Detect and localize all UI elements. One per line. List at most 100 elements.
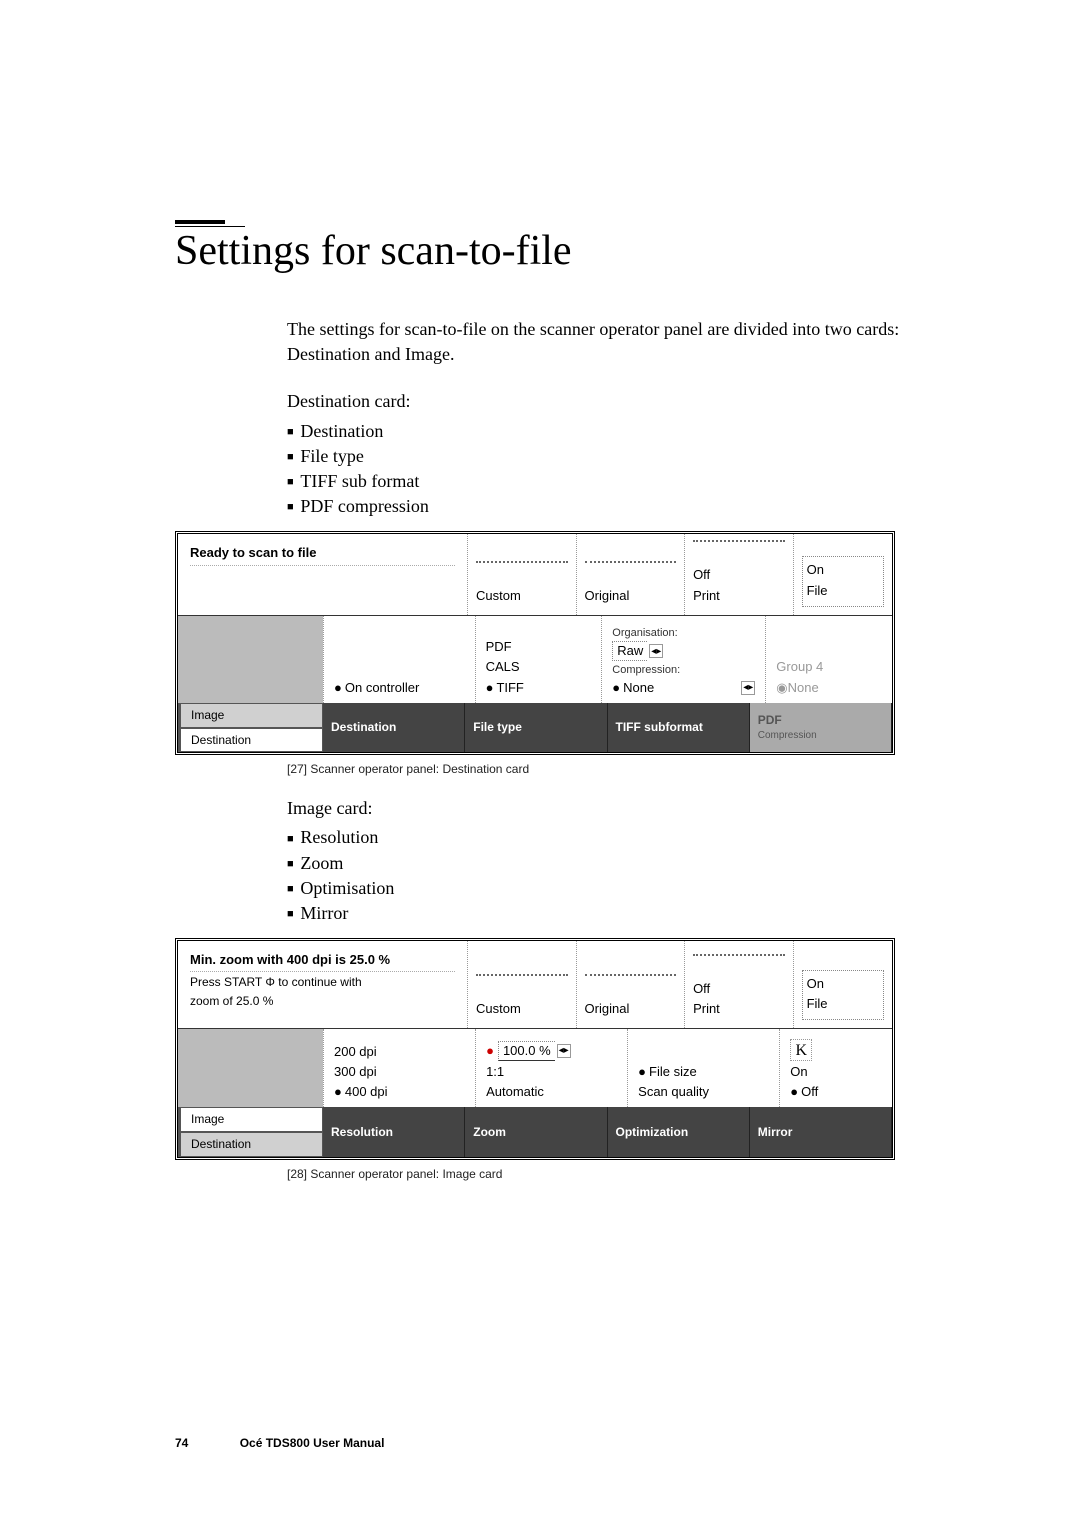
top-tab-label: File: [807, 995, 879, 1013]
panel-status-line1: Min. zoom with 400 dpi is 25.0 %: [190, 951, 455, 972]
bottom-tab-pdf-compression[interactable]: PDF Compression: [750, 703, 892, 753]
bullet-icon: ●: [486, 679, 494, 697]
optimization-scanquality[interactable]: Scan quality: [638, 1083, 769, 1101]
optimization-filesize[interactable]: File size: [649, 1063, 697, 1081]
panel-shade: [178, 1029, 323, 1107]
top-tab-label: Custom: [476, 1000, 568, 1018]
top-tab-label: On: [807, 975, 879, 993]
pdf-group4-option: Group 4: [776, 658, 882, 676]
zoom-percent-value[interactable]: 100.0 %: [498, 1041, 555, 1061]
zoom-automatic-option[interactable]: Automatic: [486, 1083, 617, 1101]
mirror-on-option[interactable]: On: [790, 1063, 882, 1081]
bottom-tab-destination[interactable]: Destination: [323, 703, 465, 753]
destination-card-heading: Destination card:: [287, 389, 905, 414]
pdf-compression-column: Group 4 ◉None: [765, 616, 892, 703]
bottom-tab-tiff-subformat[interactable]: TIFF subformat: [608, 703, 750, 753]
filetype-option[interactable]: PDF: [486, 638, 592, 656]
mirror-preview-icon: K: [790, 1039, 812, 1061]
page-number: 74: [175, 1436, 188, 1450]
list-item: Mirror: [287, 901, 905, 926]
top-tab-original[interactable]: Original: [577, 941, 686, 1028]
list-item: Zoom: [287, 851, 905, 876]
top-tab-label: On: [807, 561, 879, 579]
zoom-oneone-option[interactable]: 1:1: [486, 1063, 617, 1081]
bottom-tab-resolution[interactable]: Resolution: [323, 1107, 465, 1157]
top-tab-label: File: [807, 582, 879, 600]
top-tab-original[interactable]: Original: [577, 534, 686, 614]
sidetab-destination[interactable]: Destination: [178, 1132, 323, 1157]
page-footer: 74 Océ TDS800 User Manual: [175, 1436, 384, 1450]
stepper-icon[interactable]: ◂▸: [649, 644, 663, 658]
sidetab-image[interactable]: Image: [178, 1107, 323, 1132]
resolution-option[interactable]: 300 dpi: [334, 1063, 465, 1081]
stepper-icon[interactable]: ◂▸: [557, 1044, 571, 1058]
pdf-none-option: None: [788, 679, 819, 697]
image-card-heading: Image card:: [287, 796, 905, 821]
stepper-icon[interactable]: ◂▸: [741, 681, 755, 695]
top-tab-label: Original: [585, 587, 677, 605]
top-tab-label: Print: [693, 587, 785, 605]
top-tab-off-print[interactable]: Off Print: [685, 941, 794, 1028]
bottom-tab-mirror[interactable]: Mirror: [750, 1107, 892, 1157]
tiff-subformat-column: Organisation: Raw◂▸ Compression: ●None◂▸: [601, 616, 765, 703]
filetype-option[interactable]: CALS: [486, 658, 592, 676]
top-tab-label: Print: [693, 1000, 785, 1018]
panel-status-line2: Press START Φ to continue with: [190, 974, 455, 991]
filetype-column: PDF CALS ●TIFF: [475, 616, 602, 703]
list-item: Destination: [287, 419, 905, 444]
list-item: File type: [287, 444, 905, 469]
figure-caption-27: [27] Scanner operator panel: Destination…: [287, 761, 905, 778]
resolution-option[interactable]: 200 dpi: [334, 1043, 465, 1061]
image-bullet-list: Resolution Zoom Optimisation Mirror: [287, 825, 905, 926]
title-accent-bar: [175, 220, 225, 224]
filetype-option[interactable]: TIFF: [496, 679, 523, 697]
destination-column: ●On controller: [323, 616, 475, 703]
bottom-tab-optimization[interactable]: Optimization: [608, 1107, 750, 1157]
top-tab-on-file[interactable]: On File: [794, 534, 892, 614]
tab-label-line2: Compression: [758, 729, 817, 743]
bullet-icon: ●: [334, 1083, 342, 1101]
bottom-tab-zoom[interactable]: Zoom: [465, 1107, 607, 1157]
organisation-label: Organisation:: [612, 626, 755, 641]
top-tab-label: Off: [693, 566, 785, 584]
list-item: TIFF sub format: [287, 469, 905, 494]
top-tab-on-file[interactable]: On File: [794, 941, 892, 1028]
mirror-off-option[interactable]: Off: [801, 1083, 818, 1101]
resolution-option[interactable]: 400 dpi: [345, 1083, 388, 1101]
sidetab-image[interactable]: Image: [178, 703, 323, 728]
intro-paragraph: The settings for scan-to-file on the sca…: [287, 317, 905, 367]
compression-value[interactable]: None: [623, 679, 741, 697]
radio-icon: ◉: [776, 679, 787, 697]
panel-shade: [178, 616, 323, 703]
bullet-icon: ●: [612, 679, 620, 697]
manual-title: Océ TDS800 User Manual: [240, 1436, 385, 1450]
list-item: PDF compression: [287, 494, 905, 519]
bullet-icon: ●: [334, 679, 342, 697]
list-item: Optimisation: [287, 876, 905, 901]
scanner-panel-destination: Ready to scan to file Custom Original Of…: [175, 531, 895, 755]
sidetab-destination[interactable]: Destination: [178, 728, 323, 753]
panel-status-line3: zoom of 25.0 %: [190, 993, 455, 1010]
optimization-column: ●File size Scan quality: [627, 1029, 779, 1107]
tab-label-line1: PDF: [758, 713, 782, 727]
bullet-icon: ●: [486, 1042, 494, 1060]
top-tab-custom[interactable]: Custom: [468, 534, 577, 614]
top-tab-label: Custom: [476, 587, 568, 605]
compression-label: Compression:: [612, 663, 755, 678]
figure-caption-28: [28] Scanner operator panel: Image card: [287, 1166, 905, 1183]
page-title: Settings for scan-to-file: [175, 227, 905, 275]
organisation-value[interactable]: Raw: [612, 641, 647, 661]
destination-bullet-list: Destination File type TIFF sub format PD…: [287, 419, 905, 520]
top-tab-label: Off: [693, 980, 785, 998]
top-tab-off-print[interactable]: Off Print: [685, 534, 794, 614]
list-item: Resolution: [287, 825, 905, 850]
scanner-panel-image: Min. zoom with 400 dpi is 25.0 % Press S…: [175, 938, 895, 1160]
resolution-column: 200 dpi 300 dpi ●400 dpi: [323, 1029, 475, 1107]
top-tab-label: Original: [585, 1000, 677, 1018]
zoom-column: ●100.0 %◂▸ 1:1 Automatic: [475, 1029, 627, 1107]
bullet-icon: ●: [790, 1083, 798, 1101]
panel-status: Ready to scan to file: [190, 544, 455, 565]
top-tab-custom[interactable]: Custom: [468, 941, 577, 1028]
bullet-icon: ●: [638, 1063, 646, 1081]
bottom-tab-filetype[interactable]: File type: [465, 703, 607, 753]
